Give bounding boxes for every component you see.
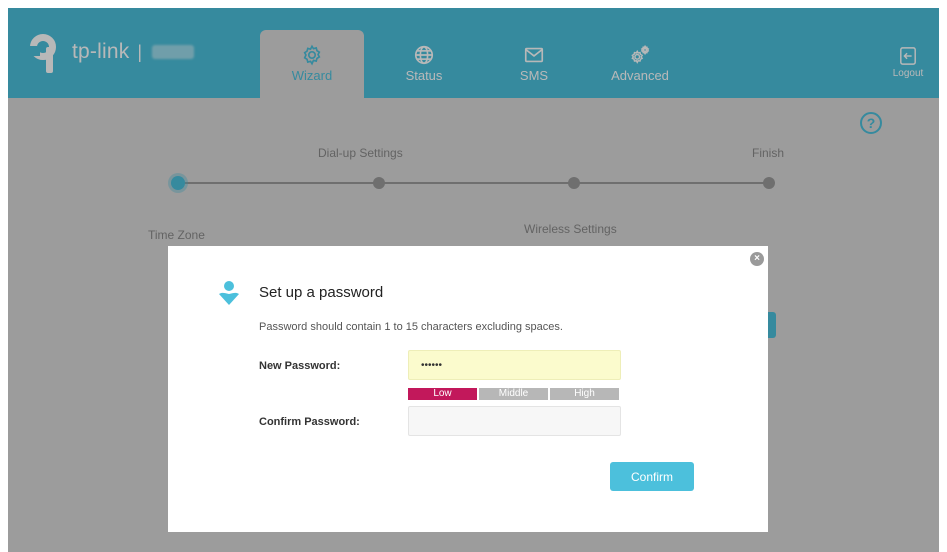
password-strength-meter: Low Middle High <box>408 388 619 400</box>
user-lock-icon <box>219 281 239 305</box>
new-password-field[interactable] <box>408 350 621 380</box>
confirm-password-label: Confirm Password: <box>259 416 360 428</box>
confirm-button[interactable]: Confirm <box>610 462 694 491</box>
close-icon[interactable]: × <box>750 252 764 266</box>
new-password-label: New Password: <box>259 360 341 372</box>
strength-middle: Middle <box>479 388 548 400</box>
strength-low: Low <box>408 388 477 400</box>
strength-high: High <box>550 388 619 400</box>
password-dialog: × Set up a password Password should cont… <box>168 246 768 532</box>
password-requirements-text: Password should contain 1 to 15 characte… <box>259 321 563 333</box>
confirm-password-field[interactable] <box>408 406 621 436</box>
dialog-title: Set up a password <box>259 284 384 301</box>
